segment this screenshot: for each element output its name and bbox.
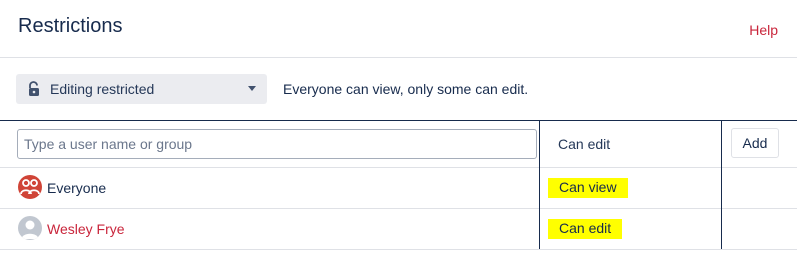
list-item-name: Everyone xyxy=(47,180,107,196)
permission-select[interactable]: Can edit xyxy=(558,136,610,152)
help-link[interactable]: Help xyxy=(749,22,778,38)
add-button[interactable]: Add xyxy=(731,128,779,158)
lock-open-icon xyxy=(29,81,39,96)
row-divider xyxy=(0,208,797,209)
permission-value[interactable]: Can view xyxy=(548,178,628,198)
page-title: Restrictions xyxy=(18,15,123,37)
list-item-name[interactable]: Wesley Frye xyxy=(47,221,125,237)
column-divider xyxy=(721,121,722,249)
chevron-down-icon xyxy=(248,86,256,91)
restriction-description: Everyone can view, only some can edit. xyxy=(283,81,529,97)
user-icon xyxy=(18,216,42,240)
user-search-input[interactable] xyxy=(17,129,537,159)
group-icon xyxy=(18,175,42,199)
dialog-header: Restrictions Help xyxy=(0,0,797,58)
restriction-mode-select[interactable]: Editing restricted xyxy=(16,74,267,104)
restriction-mode-label: Editing restricted xyxy=(50,81,155,97)
row-divider xyxy=(0,167,797,168)
row-divider xyxy=(0,249,797,250)
column-divider xyxy=(539,121,540,249)
table-top-border xyxy=(0,120,797,121)
permission-value[interactable]: Can edit xyxy=(548,219,623,239)
